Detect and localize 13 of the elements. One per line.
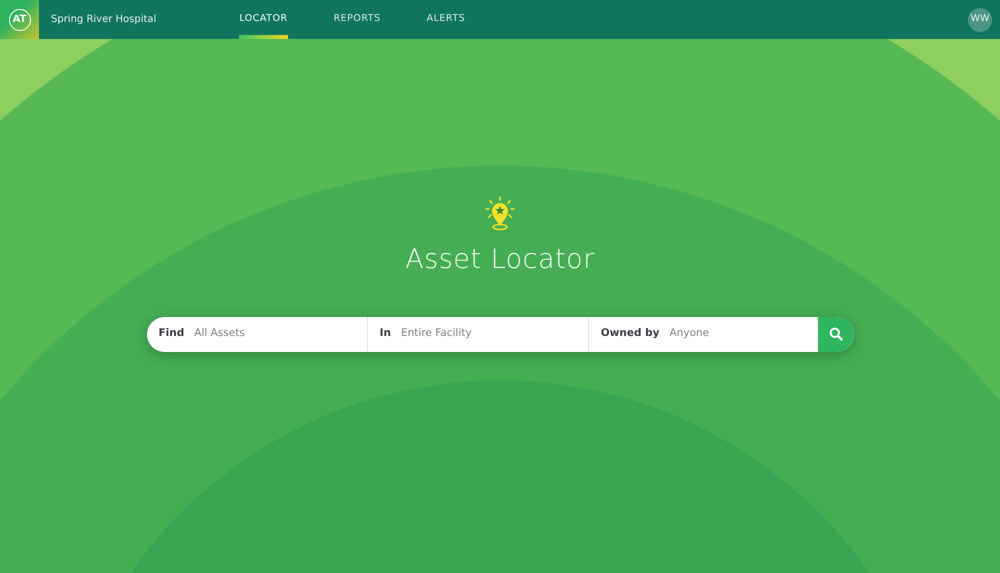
nav-tab[interactable]: LOCATOR [239, 0, 288, 39]
nav-tab[interactable]: REPORTS [334, 0, 381, 39]
hospital-name: Spring River Hospital [50, 13, 156, 27]
logo[interactable]: AT [8, 8, 30, 30]
field-label: In [380, 326, 392, 342]
page-title: Asset Locator [405, 243, 595, 277]
input-field[interactable]: All Assets [192, 325, 342, 343]
field-label: Find [158, 326, 184, 342]
field-label: Owned by [600, 326, 660, 342]
user-avatar[interactable]: WW [968, 8, 992, 32]
nav-tab[interactable]: ALERTS [426, 0, 466, 39]
input-field[interactable]: Entire Facility [399, 325, 550, 343]
input-field[interactable]: Anyone [668, 325, 818, 343]
